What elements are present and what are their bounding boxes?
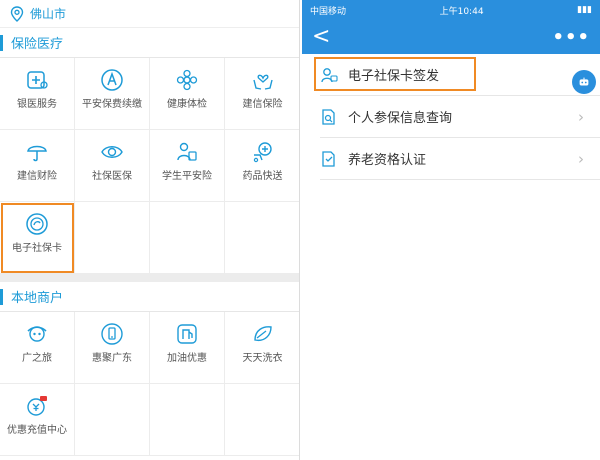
clock-label: 上午10:44 — [439, 6, 484, 17]
medical-cross-icon — [27, 71, 48, 89]
insurance-grid: 银医服务 平安保费续缴 健康体检 建信保险 建信财险 社保医保 学生平安险 药品… — [0, 58, 299, 274]
status-bar: 中国移动 上午10:44 ▮▮▮ — [302, 0, 600, 20]
grid-item-label: 健康体检 — [167, 99, 207, 110]
grid-item-label: 广之旅 — [22, 353, 52, 364]
grid-item-label: 药品快送 — [242, 171, 283, 182]
grid-item-label: 银医服务 — [17, 99, 57, 110]
grid-item-label: 建信财险 — [17, 171, 57, 182]
grid-item-huiju-guangdong[interactable]: 惠聚广东 — [75, 312, 150, 384]
flower-icon — [176, 69, 198, 91]
grid-empty-cell — [150, 202, 225, 274]
grid-item-label: 电子社保卡 — [12, 243, 62, 254]
grid-item-label: 建信保险 — [242, 99, 283, 110]
location-city: 佛山市 — [30, 7, 67, 21]
eye-icon — [101, 146, 123, 158]
heart-hands-icon — [252, 74, 273, 90]
grid-item-label: 学生平安险 — [162, 171, 212, 182]
grid-item-label: 社保医保 — [92, 171, 132, 182]
fuel-icon — [177, 324, 197, 344]
more-button[interactable]: ••• — [552, 27, 590, 48]
robot-icon — [579, 77, 589, 86]
grid-item-health-check[interactable]: 健康体检 — [150, 58, 225, 130]
chevron-right-icon: › — [578, 149, 584, 168]
coupon-icon — [27, 396, 47, 416]
grid-item-label: 优惠充值中心 — [7, 425, 67, 436]
location-bar[interactable]: 佛山市 — [0, 0, 299, 28]
merchants-grid: 广之旅 惠聚广东 加油优惠 天天洗衣 优惠充值中心 — [0, 312, 299, 456]
grid-empty-cell — [75, 384, 150, 456]
menu-item-card-issue[interactable]: 电子社保卡签发 › — [314, 54, 600, 96]
grid-item-label: 加油优惠 — [167, 353, 207, 364]
menu-item-pension-certification[interactable]: 养老资格认证 › — [320, 138, 600, 180]
menu-item-label: 个人参保信息查询 — [348, 111, 453, 126]
grid-item-student-insurance[interactable]: 学生平安险 — [150, 130, 225, 202]
grid-item-label: 天天洗衣 — [242, 353, 283, 364]
document-check-icon — [322, 150, 335, 167]
section-title-insurance: 保险医疗 — [11, 37, 64, 52]
floating-assistant-button[interactable] — [572, 70, 596, 94]
grid-item-recharge-center[interactable]: 优惠充值中心 — [0, 384, 75, 456]
grid-empty-cell — [75, 202, 150, 274]
back-button[interactable]: < — [312, 26, 330, 48]
student-icon — [177, 142, 197, 161]
chevron-right-icon: › — [578, 107, 584, 126]
grid-item-daily-laundry[interactable]: 天天洗衣 — [225, 312, 299, 384]
section-header-insurance: 保险医疗 — [0, 28, 299, 58]
location-pin-icon — [10, 5, 24, 22]
section-header-merchants: 本地商户 — [0, 282, 299, 312]
grid-item-guangzhilv[interactable]: 广之旅 — [0, 312, 75, 384]
grid-item-fuel-discount[interactable]: 加油优惠 — [150, 312, 225, 384]
nav-bar: < ••• — [302, 20, 600, 54]
section-separator — [0, 274, 299, 282]
section-accent-bar — [0, 34, 3, 51]
phone-icon — [101, 323, 123, 345]
carrier-label: 中国移动 — [310, 6, 347, 17]
grid-item-social-medical[interactable]: 社保医保 — [75, 130, 150, 202]
grid-item-pingan-renewal[interactable]: 平安保费续缴 — [75, 58, 150, 130]
document-search-icon — [322, 108, 335, 125]
umbrella-icon — [27, 145, 47, 162]
service-menu: 电子社保卡签发 › 个人参保信息查询 › 养老资格认证 › — [302, 54, 600, 180]
social-card-icon — [26, 213, 48, 235]
grid-empty-cell — [225, 202, 299, 274]
grid-item-bank-medical[interactable]: 银医服务 — [0, 58, 75, 130]
battery-icon: ▮▮▮ — [577, 5, 592, 15]
menu-item-insurance-query[interactable]: 个人参保信息查询 › — [320, 96, 600, 138]
grid-item-electronic-social-card[interactable]: 电子社保卡 — [0, 202, 75, 274]
grid-item-jianxin-insurance[interactable]: 建信保险 — [225, 58, 299, 130]
medicine-delivery-icon — [253, 142, 272, 163]
right-panel: 中国移动 上午10:44 ▮▮▮ < ••• 电子社保卡签发 › 个人参保信息查… — [302, 0, 600, 460]
grid-item-label: 惠聚广东 — [92, 353, 132, 364]
left-panel: 佛山市 保险医疗 银医服务 平安保费续缴 健康体检 建信保险 建信财险 社保医保 — [0, 0, 300, 460]
menu-item-label: 养老资格认证 — [348, 153, 427, 168]
section-title-merchants: 本地商户 — [11, 291, 64, 306]
grid-empty-cell — [150, 384, 225, 456]
grid-empty-cell — [225, 384, 299, 456]
grid-item-medicine-delivery[interactable]: 药品快送 — [225, 130, 299, 202]
tourist-icon — [27, 326, 47, 342]
section-accent-bar — [0, 288, 3, 305]
grid-item-jianxin-property[interactable]: 建信财险 — [0, 130, 75, 202]
leaf-icon — [253, 326, 272, 342]
grid-item-label: 平安保费续缴 — [82, 99, 142, 110]
highlight-box — [314, 57, 476, 91]
letter-a-icon — [101, 69, 123, 91]
